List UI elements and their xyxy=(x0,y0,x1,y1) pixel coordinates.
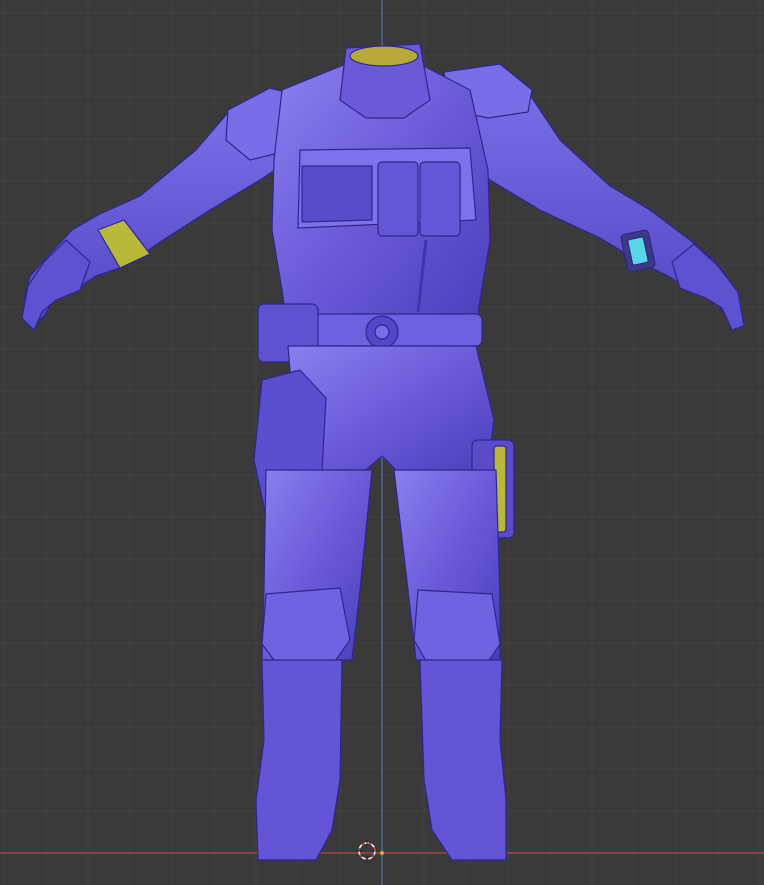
chest-pouch-left xyxy=(377,161,419,237)
right-glove xyxy=(671,243,745,331)
collar-opening xyxy=(349,45,419,67)
left-knee-pad xyxy=(261,587,351,669)
left-boot xyxy=(255,659,343,861)
left-glove xyxy=(21,239,91,331)
right-boot xyxy=(419,659,507,861)
chest-pouch-right xyxy=(419,161,461,237)
origin-point xyxy=(380,851,384,855)
right-knee-pad xyxy=(413,589,501,669)
belt-buckle-inner xyxy=(374,324,390,340)
viewport-canvas[interactable] xyxy=(0,0,764,885)
3d-viewport[interactable] xyxy=(0,0,764,885)
3d-cursor-icon[interactable] xyxy=(356,840,378,862)
chest-diagonal-panel xyxy=(301,165,373,223)
